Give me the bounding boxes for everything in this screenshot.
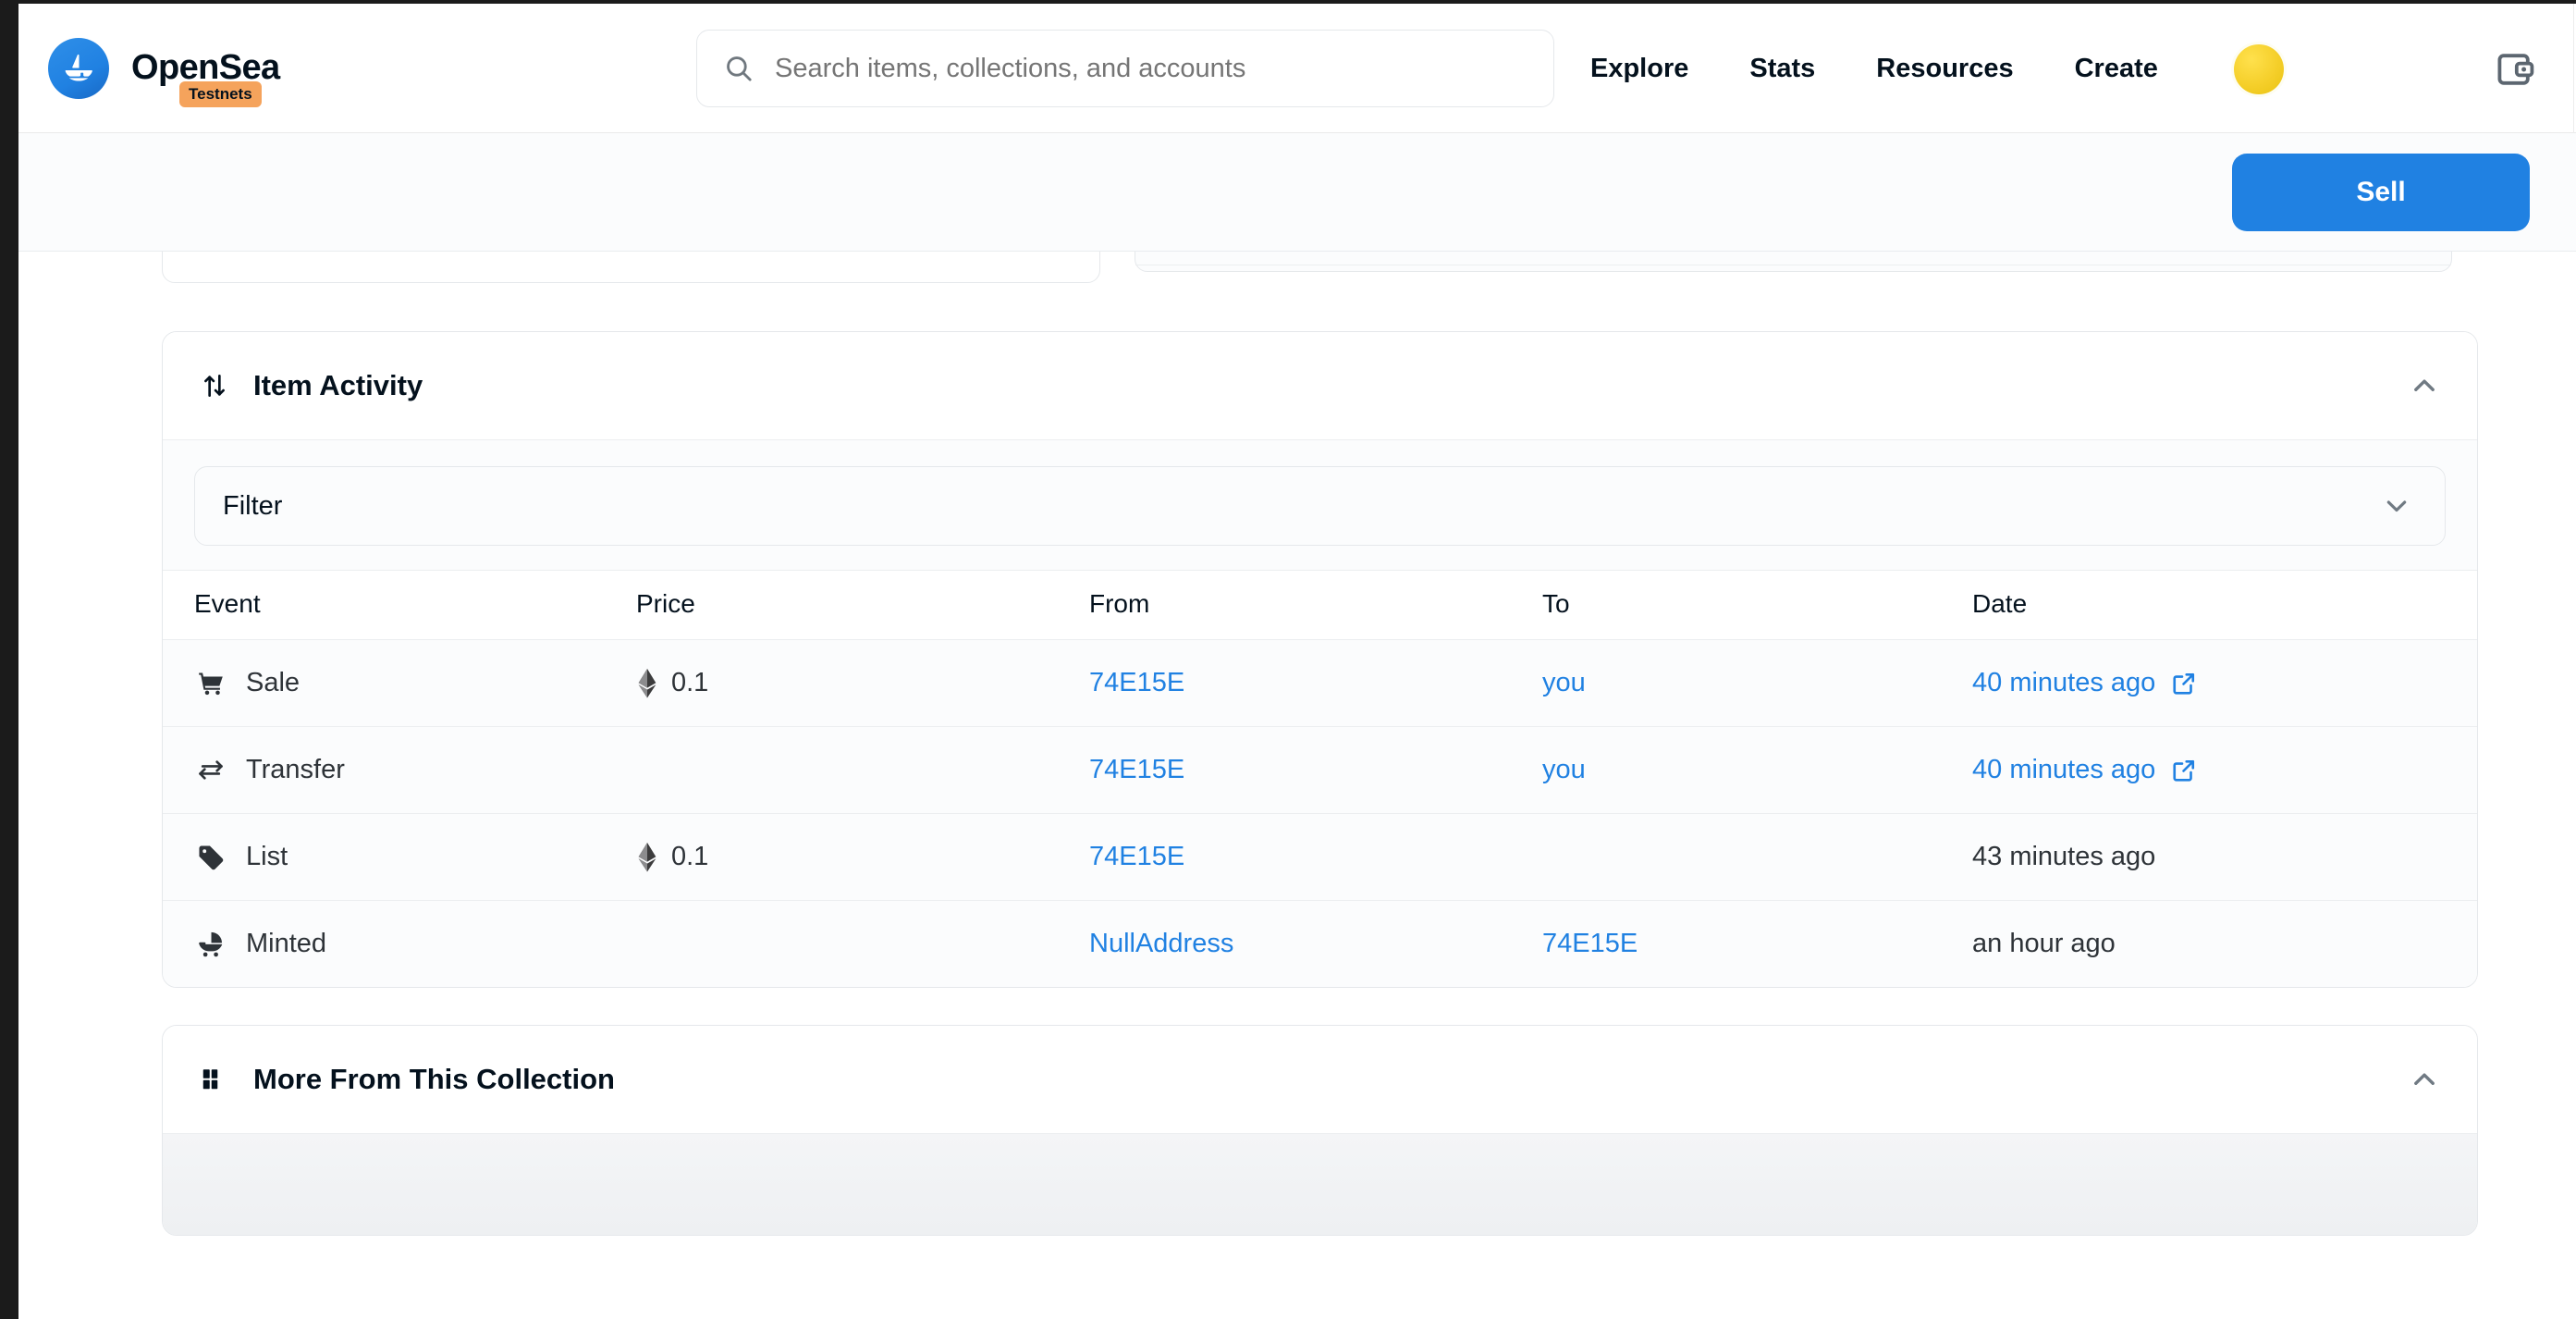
date-label: 43 minutes ago — [1972, 842, 2156, 871]
nav-link-resources[interactable]: Resources — [1876, 54, 2013, 84]
column-header-date: Date — [1972, 570, 2477, 640]
cell-date: 40 minutes ago — [1972, 639, 2477, 727]
nav-link-explore[interactable]: Explore — [1590, 54, 1688, 84]
cell-event: Transfer — [163, 726, 636, 814]
price-tag-icon — [194, 843, 227, 872]
ethereum-icon — [636, 842, 658, 872]
wallet-icon — [2494, 47, 2538, 92]
more-from-collection-title: More From This Collection — [253, 1063, 615, 1095]
page-content: Item Activity Filter Event Price From To… — [18, 213, 2576, 1236]
item-activity-card: Item Activity Filter Event Price From To… — [162, 331, 2478, 988]
to-account-link[interactable]: you — [1542, 668, 1586, 697]
sort-arrows-icon — [194, 371, 235, 401]
event-label: Minted — [246, 929, 327, 958]
cell-price: 0.1 — [636, 639, 1089, 727]
cell-date: an hour ago — [1972, 900, 2477, 987]
cell-to: you — [1542, 726, 1972, 814]
cell-to: 74E15E — [1542, 900, 1972, 987]
more-from-collection-header[interactable]: More From This Collection — [163, 1026, 2477, 1133]
date-label: 40 minutes ago — [1972, 755, 2156, 784]
cell-from: 74E15E — [1089, 813, 1542, 901]
sell-button[interactable]: Sell — [2232, 154, 2530, 231]
cell-to: you — [1542, 639, 1972, 727]
cell-price: 0.1 — [636, 813, 1089, 901]
browser-top-edge — [0, 0, 2576, 4]
event-label: Transfer — [246, 755, 345, 784]
testnets-badge: Testnets — [179, 80, 262, 107]
chevron-up-icon[interactable] — [2409, 370, 2440, 401]
column-header-to: To — [1542, 570, 1972, 640]
from-account-link[interactable]: 74E15E — [1089, 842, 1184, 871]
search-input[interactable] — [775, 53, 1527, 84]
item-activity-title: Item Activity — [253, 369, 423, 401]
table-header-row: Event Price From To Date — [163, 570, 2477, 640]
column-header-from: From — [1089, 570, 1542, 640]
table-row: Transfer 74E15E you 40 minutes ago — [163, 726, 2477, 814]
cell-date: 40 minutes ago — [1972, 726, 2477, 814]
filter-dropdown[interactable]: Filter — [194, 466, 2446, 546]
more-from-collection-body — [163, 1133, 2477, 1235]
from-account-link[interactable]: NullAddress — [1089, 929, 1233, 958]
chevron-up-icon[interactable] — [2409, 1064, 2440, 1095]
chevron-down-icon — [2382, 491, 2411, 521]
table-row: List 0.1 74E15E 43 minutes ago — [163, 813, 2477, 901]
grid-icon — [194, 1066, 235, 1093]
nav-links: Explore Stats Resources Create — [1590, 4, 2158, 133]
more-from-collection-card: More From This Collection — [162, 1025, 2478, 1236]
avatar[interactable] — [2234, 44, 2284, 94]
cell-event: Minted — [163, 900, 636, 987]
cell-to — [1542, 813, 1972, 901]
stroller-icon — [194, 930, 227, 959]
cell-event: Sale — [163, 639, 636, 727]
cell-from: 74E15E — [1089, 639, 1542, 727]
shopping-cart-icon — [194, 669, 227, 698]
from-account-link[interactable]: 74E15E — [1089, 755, 1184, 784]
cell-price — [636, 900, 1089, 987]
nav-link-create[interactable]: Create — [2075, 54, 2158, 84]
browser-left-edge — [0, 0, 18, 1319]
event-label: Sale — [246, 668, 301, 697]
item-activity-header[interactable]: Item Activity — [163, 332, 2477, 439]
opensea-sailboat-icon — [48, 37, 109, 99]
to-account-link[interactable]: you — [1542, 755, 1586, 784]
date-link[interactable]: 40 minutes ago — [1972, 755, 2198, 785]
from-account-link[interactable]: 74E15E — [1089, 668, 1184, 697]
nav-link-stats[interactable]: Stats — [1749, 54, 1815, 84]
activity-filter-wrap: Filter — [163, 439, 2477, 570]
date-label: 40 minutes ago — [1972, 668, 2156, 697]
column-header-price: Price — [636, 570, 1089, 640]
brand-home-link[interactable]: OpenSea Testnets — [48, 37, 280, 107]
cell-event: List — [163, 813, 636, 901]
external-link-icon — [2170, 670, 2198, 697]
column-header-event: Event — [163, 570, 636, 640]
transfer-arrows-icon — [194, 756, 227, 785]
table-row: Minted NullAddress 74E15E an hour ago — [163, 900, 2477, 987]
price-amount: 0.1 — [671, 842, 709, 871]
wallet-button[interactable] — [2489, 43, 2543, 96]
cell-from: 74E15E — [1089, 726, 1542, 814]
filter-label: Filter — [223, 490, 283, 521]
date-link[interactable]: 40 minutes ago — [1972, 668, 2198, 698]
cell-price — [636, 726, 1089, 814]
to-account-link[interactable]: 74E15E — [1542, 929, 1638, 958]
cell-date: 43 minutes ago — [1972, 813, 2477, 901]
top-navigation-bar: OpenSea Testnets Explore Stats Resources… — [18, 4, 2576, 133]
table-row: Sale 0.1 74E15E you 40 minutes ago — [163, 639, 2477, 727]
external-link-icon — [2170, 757, 2198, 784]
search-bar[interactable] — [696, 30, 1554, 107]
sticky-action-bar: Sell — [18, 133, 2576, 252]
price-amount: 0.1 — [671, 668, 709, 697]
partially-scrolled-cards — [162, 213, 2456, 289]
date-label: an hour ago — [1972, 929, 2116, 958]
brand-name: OpenSea — [131, 47, 280, 87]
event-label: List — [246, 842, 288, 871]
search-icon — [723, 53, 754, 84]
ethereum-icon — [636, 668, 658, 698]
page-root: OpenSea Testnets Explore Stats Resources… — [18, 4, 2576, 1319]
cell-from: NullAddress — [1089, 900, 1542, 987]
item-activity-table: Event Price From To Date Sale 0.1 74E15E… — [163, 570, 2477, 987]
nav-right-divider — [2573, 4, 2574, 133]
